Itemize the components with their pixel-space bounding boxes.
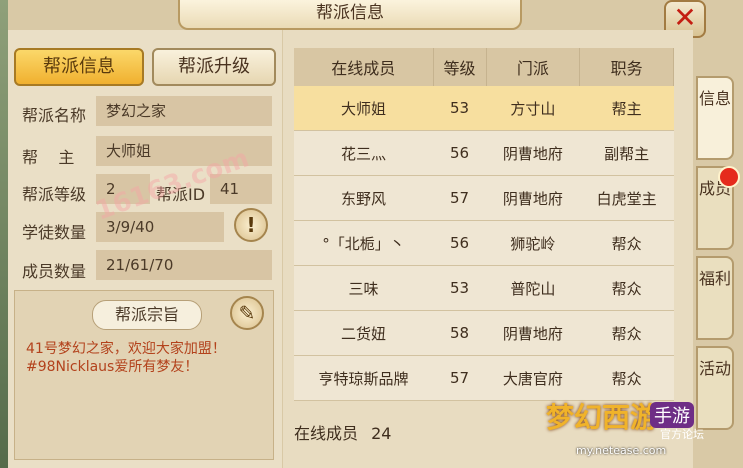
- guild-level-label: 帮派等级: [22, 185, 87, 204]
- tab-guild-upgrade[interactable]: 帮派升级: [152, 48, 276, 86]
- member-count-label: 成员数量: [22, 262, 87, 281]
- table-row[interactable]: 二货妞 58 阴曹地府 帮众: [294, 310, 674, 356]
- side-tab-label: 信息: [698, 89, 731, 108]
- member-name: 大师姐: [294, 86, 434, 131]
- apprentice-help-button[interactable]: !: [234, 208, 268, 242]
- column-header: 等级: [433, 48, 487, 86]
- guild-name-value: 梦幻之家: [96, 96, 272, 126]
- exclamation-icon: !: [246, 213, 256, 237]
- member-role: 帮主: [579, 86, 674, 131]
- member-name: 花三灬: [294, 130, 434, 176]
- side-tab-label: 活动: [698, 359, 731, 378]
- edit-motto-button[interactable]: ✎: [230, 296, 264, 330]
- member-role: 白虎堂主: [579, 175, 674, 221]
- notification-dot: [718, 166, 740, 188]
- logo-url: my.netease.com: [576, 444, 667, 457]
- side-tab-info[interactable]: 信息: [696, 76, 734, 160]
- table-row[interactable]: 大师姐 53 方寸山 帮主: [294, 86, 674, 131]
- member-school: 狮驼岭: [486, 220, 580, 266]
- logo-subtitle: 手游: [650, 402, 694, 428]
- member-name: 二货妞: [294, 310, 434, 356]
- member-name: 三味: [294, 265, 434, 311]
- game-logo: 梦幻西游 手游 官方论坛 my.netease.com: [540, 392, 730, 462]
- apprentice-count-label: 学徒数量: [22, 223, 87, 242]
- member-role: 帮众: [579, 220, 674, 266]
- member-name: 东野风: [294, 175, 434, 221]
- member-count-value: 21/61/70: [96, 250, 272, 280]
- motto-title: 帮派宗旨: [92, 300, 202, 330]
- column-header: 在线成员: [294, 48, 434, 86]
- member-role: 副帮主: [579, 130, 674, 176]
- column-header: 职务: [579, 48, 674, 86]
- member-school: 阴曹地府: [486, 310, 580, 356]
- member-table: 在线成员 等级 门派 职务 大师姐 53 方寸山 帮主 花三灬 56 阴曹地府 …: [294, 48, 674, 401]
- logo-forum: 官方论坛: [660, 428, 704, 441]
- tab-guild-info[interactable]: 帮派信息: [14, 48, 144, 86]
- side-tab-welfare[interactable]: 福利: [696, 256, 734, 340]
- online-label: 在线成员: [294, 424, 359, 443]
- member-name: 亨特琼斯品牌: [294, 355, 434, 401]
- background-edge: [0, 0, 8, 468]
- member-level: 57: [433, 175, 486, 221]
- member-name: °「北栀」丶: [294, 220, 434, 266]
- brush-icon: ✎: [238, 301, 256, 325]
- member-role: 帮众: [579, 265, 674, 311]
- online-member-count: 在线成员 24: [294, 420, 391, 444]
- leader-label: 帮 主: [22, 148, 75, 167]
- member-level: 57: [433, 355, 486, 401]
- member-level: 53: [433, 265, 486, 311]
- table-row[interactable]: 三味 53 普陀山 帮众: [294, 265, 674, 311]
- member-school: 阴曹地府: [486, 130, 580, 176]
- table-row[interactable]: 东野风 57 阴曹地府 白虎堂主: [294, 175, 674, 221]
- window-title: 帮派信息: [178, 0, 522, 30]
- member-school: 方寸山: [486, 86, 580, 131]
- guild-name-label: 帮派名称: [22, 106, 87, 125]
- table-row[interactable]: 花三灬 56 阴曹地府 副帮主: [294, 130, 674, 176]
- online-value: 24: [371, 424, 392, 443]
- member-level: 56: [433, 130, 486, 176]
- member-level: 53: [433, 86, 486, 131]
- member-school: 普陀山: [486, 265, 580, 311]
- table-row[interactable]: °「北栀」丶 56 狮驼岭 帮众: [294, 220, 674, 266]
- motto-text: 41号梦幻之家，欢迎大家加盟！#98Nicklaus爱所有梦友！: [26, 341, 226, 375]
- column-header: 门派: [486, 48, 581, 86]
- side-tab-label: 福利: [698, 269, 731, 288]
- member-role: 帮众: [579, 310, 674, 356]
- logo-title: 梦幻西游: [546, 401, 659, 434]
- member-level: 56: [433, 220, 486, 266]
- member-school: 阴曹地府: [486, 175, 580, 221]
- member-level: 58: [433, 310, 486, 356]
